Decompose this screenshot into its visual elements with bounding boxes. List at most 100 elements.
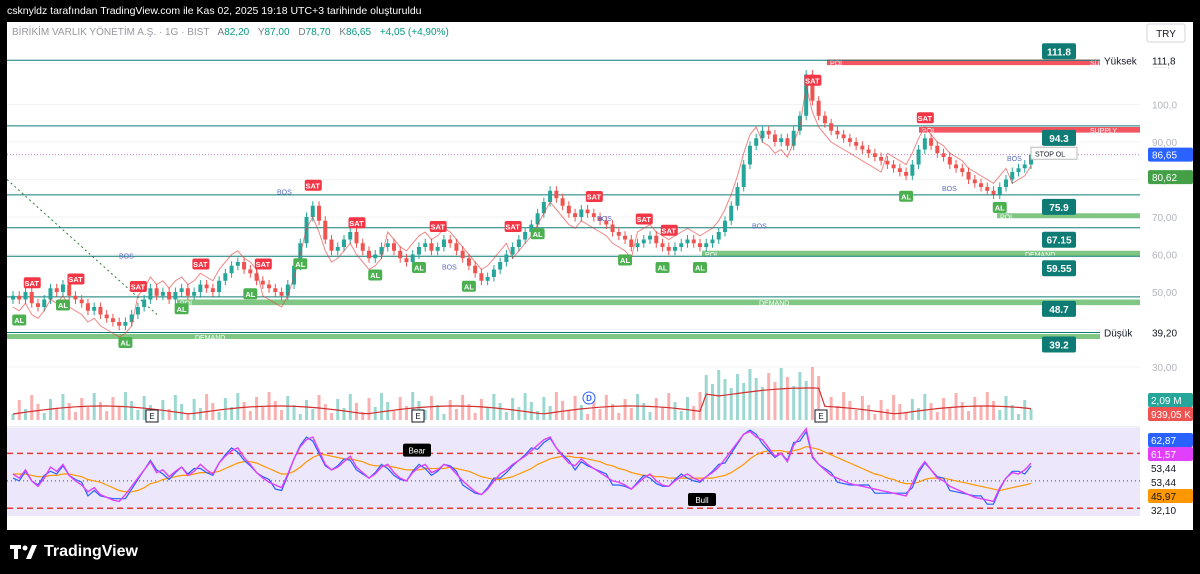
volume-bar bbox=[667, 393, 671, 420]
volume-bar bbox=[398, 397, 402, 420]
volume-bar bbox=[679, 411, 683, 420]
volume-bar bbox=[273, 401, 277, 420]
volume-bar bbox=[511, 398, 515, 420]
volume-bar bbox=[879, 400, 883, 420]
volume-bar bbox=[1017, 414, 1021, 420]
volume-bar bbox=[192, 399, 196, 420]
candle-body bbox=[997, 187, 1002, 195]
candle-body bbox=[17, 295, 22, 300]
level-label: 59.55 bbox=[1046, 264, 1071, 275]
bos-label: BOS bbox=[942, 186, 957, 193]
candle-body bbox=[947, 157, 952, 165]
volume-bar bbox=[717, 370, 721, 420]
price-name-label: Yüksek bbox=[1104, 56, 1138, 67]
bos-label: BOS bbox=[277, 190, 292, 197]
volume-bar bbox=[960, 402, 964, 420]
candle-body bbox=[922, 138, 927, 150]
price-label: 86,65 bbox=[1152, 151, 1177, 162]
candle-body bbox=[972, 179, 977, 184]
candle-body bbox=[448, 239, 453, 244]
chart-canvas[interactable]: POISUPPLYPOISUPPLYPOIPOIDEMANDPOIDEMANDD… bbox=[7, 22, 1193, 530]
candle-body bbox=[648, 235, 653, 240]
volume-bar bbox=[1029, 409, 1033, 420]
level-label: 111.8 bbox=[1047, 47, 1071, 58]
rsi-value-label: 61,57 bbox=[1151, 450, 1176, 461]
volume-bar bbox=[692, 406, 696, 420]
buy-signal-label: AL bbox=[695, 264, 705, 273]
candle-body bbox=[785, 138, 790, 146]
dividend-label: D bbox=[586, 394, 592, 403]
candle-body bbox=[741, 164, 746, 187]
candle-body bbox=[342, 239, 347, 247]
volume-bar bbox=[523, 393, 527, 420]
candle-body bbox=[360, 243, 365, 251]
volume-bar bbox=[261, 406, 265, 420]
price-tick-label: 100,0 bbox=[1152, 101, 1177, 112]
volume-bar bbox=[73, 412, 77, 420]
candle-body bbox=[373, 254, 378, 259]
rsi-divergence-label: Bear bbox=[409, 447, 426, 456]
sell-signal-label: SAT bbox=[637, 215, 652, 224]
candle-body bbox=[410, 254, 415, 262]
candle-body bbox=[960, 168, 965, 172]
buy-signal-label: AL bbox=[120, 339, 130, 348]
candle-body bbox=[772, 134, 777, 142]
candle-body bbox=[416, 247, 421, 255]
sell-signal-label: SAT bbox=[505, 223, 520, 232]
earnings-label: E bbox=[415, 412, 420, 421]
candle-body bbox=[229, 265, 234, 274]
volume-bar bbox=[504, 412, 508, 420]
candle-body bbox=[954, 164, 959, 169]
candle-body bbox=[566, 205, 571, 214]
volume-bar bbox=[1004, 396, 1008, 420]
level-label: 94.3 bbox=[1049, 134, 1069, 145]
tradingview-logo-icon bbox=[10, 545, 37, 559]
volume-bar bbox=[835, 406, 839, 420]
volume-bar bbox=[892, 395, 896, 420]
candle-body bbox=[841, 134, 846, 139]
volume-bar bbox=[598, 409, 602, 420]
earnings-label: E bbox=[818, 412, 823, 421]
volume-bar bbox=[654, 398, 658, 420]
candle-body bbox=[423, 243, 428, 247]
volume-bar bbox=[342, 408, 346, 420]
candle-body bbox=[641, 239, 646, 244]
currency-label[interactable]: TRY bbox=[1156, 29, 1176, 40]
candle-body bbox=[429, 243, 434, 251]
candle-body bbox=[910, 164, 915, 176]
volume-bar bbox=[492, 394, 496, 420]
candle-body bbox=[1010, 172, 1015, 180]
sell-signal-label: SAT bbox=[193, 260, 208, 269]
volume-bar bbox=[55, 408, 59, 420]
candle-body bbox=[879, 157, 884, 161]
volume-bar bbox=[698, 392, 702, 420]
volume-bar bbox=[242, 402, 246, 420]
volume-bar bbox=[867, 405, 871, 420]
price-tick-label: 30,00 bbox=[1152, 363, 1177, 374]
candle-body bbox=[92, 307, 97, 311]
volume-bar bbox=[1023, 400, 1027, 420]
buy-signal-label: AL bbox=[14, 316, 24, 325]
candle-body bbox=[135, 307, 140, 315]
candle-body bbox=[154, 288, 159, 296]
sell-signal-label: SAT bbox=[918, 114, 933, 123]
volume-bar bbox=[123, 392, 127, 420]
rsi-value-label: 32,10 bbox=[1151, 506, 1176, 517]
candle-body bbox=[685, 239, 690, 244]
price-label: 39,20 bbox=[1152, 329, 1177, 340]
volume-bar bbox=[935, 412, 939, 420]
volume-bar bbox=[348, 394, 352, 420]
candle-body bbox=[79, 299, 84, 304]
level-label: 75.9 bbox=[1049, 203, 1069, 214]
volume-bar bbox=[67, 403, 71, 420]
volume-bar bbox=[330, 413, 334, 420]
level-label: 67.15 bbox=[1046, 236, 1071, 247]
candle-body bbox=[441, 239, 446, 247]
candle-body bbox=[204, 284, 209, 289]
candle-body bbox=[98, 307, 103, 315]
tradingview-logo[interactable]: TradingView bbox=[10, 543, 138, 561]
candle-body bbox=[504, 254, 509, 262]
candle-body bbox=[560, 198, 565, 206]
candle-body bbox=[854, 142, 859, 146]
candle-body bbox=[210, 288, 215, 292]
